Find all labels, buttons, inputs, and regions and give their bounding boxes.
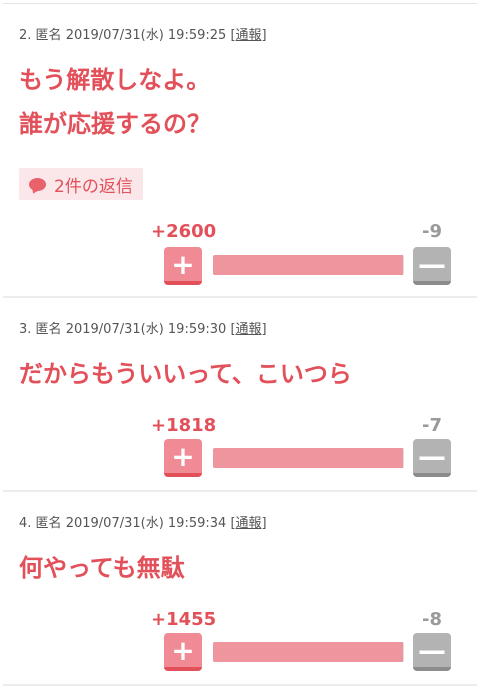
- minus-count: -9: [422, 221, 442, 242]
- report-link[interactable]: 通報: [236, 28, 262, 43]
- vote-ratio-fill: [213, 642, 403, 662]
- vote-ratio-bar: [213, 642, 404, 662]
- comment-author: 匿名: [35, 28, 62, 43]
- comment-datetime: 2019/07/31(水) 19:59:34: [65, 516, 227, 531]
- replies-label: 2件の返信: [54, 176, 133, 197]
- comment-item: 3. 匿名 2019/07/31(水) 19:59:30 [通報] だからもうい…: [3, 298, 477, 492]
- minus-count: -7: [422, 415, 442, 436]
- vote-ratio-bar: [213, 255, 404, 275]
- comment-list: 2. 匿名 2019/07/31(水) 19:59:25 [通報] もう解散しな…: [3, 0, 477, 700]
- plus-vote-button[interactable]: +: [164, 247, 202, 285]
- comment-datetime: 2019/07/31(水) 19:59:30: [65, 322, 227, 337]
- vote-ratio-fill: [213, 448, 404, 468]
- comment-body-line: 誰が応援するの？: [19, 110, 211, 138]
- minus-vote-button[interactable]: —: [413, 439, 451, 477]
- vote-ratio-fill: [213, 255, 404, 275]
- minus-vote-button[interactable]: —: [413, 633, 451, 671]
- comment-item: 4. 匿名 2019/07/31(水) 19:59:34 [通報] 何やっても無…: [3, 492, 477, 686]
- report-bracket-close: ]: [261, 516, 267, 531]
- plus-count: +2600: [151, 221, 217, 242]
- comment-item: 2. 匿名 2019/07/31(水) 19:59:25 [通報] もう解散しな…: [3, 4, 477, 298]
- plus-count: +1455: [151, 609, 217, 630]
- vote-ratio-bar: [213, 448, 404, 468]
- comment-body-line: 何やっても無駄: [19, 554, 185, 582]
- comment-meta: 4. 匿名 2019/07/31(水) 19:59:34 [通報]: [19, 512, 267, 531]
- report-link[interactable]: 通報: [236, 516, 262, 531]
- comment-number: 4.: [19, 516, 32, 531]
- comment-body-line: だからもういいって、こいつら: [19, 360, 352, 388]
- replies-button[interactable]: 2件の返信: [19, 168, 143, 200]
- report-link[interactable]: 通報: [236, 322, 262, 337]
- comment-number: 2.: [19, 28, 32, 43]
- report-bracket-close: ]: [261, 28, 267, 43]
- comment-meta: 2. 匿名 2019/07/31(水) 19:59:25 [通報]: [19, 24, 267, 43]
- plus-vote-button[interactable]: +: [164, 633, 202, 671]
- minus-vote-button[interactable]: —: [413, 247, 451, 285]
- comment-author: 匿名: [35, 516, 62, 531]
- minus-count: -8: [422, 609, 442, 630]
- plus-vote-button[interactable]: +: [164, 439, 202, 477]
- comment-meta: 3. 匿名 2019/07/31(水) 19:59:30 [通報]: [19, 318, 267, 337]
- comment-body-line: もう解散しなよ。: [19, 66, 211, 94]
- report-bracket-close: ]: [261, 322, 267, 337]
- plus-count: +1818: [151, 415, 217, 436]
- speech-bubble-icon: [29, 177, 46, 191]
- comment-author: 匿名: [35, 322, 62, 337]
- comment-datetime: 2019/07/31(水) 19:59:25: [65, 28, 227, 43]
- comment-number: 3.: [19, 322, 32, 337]
